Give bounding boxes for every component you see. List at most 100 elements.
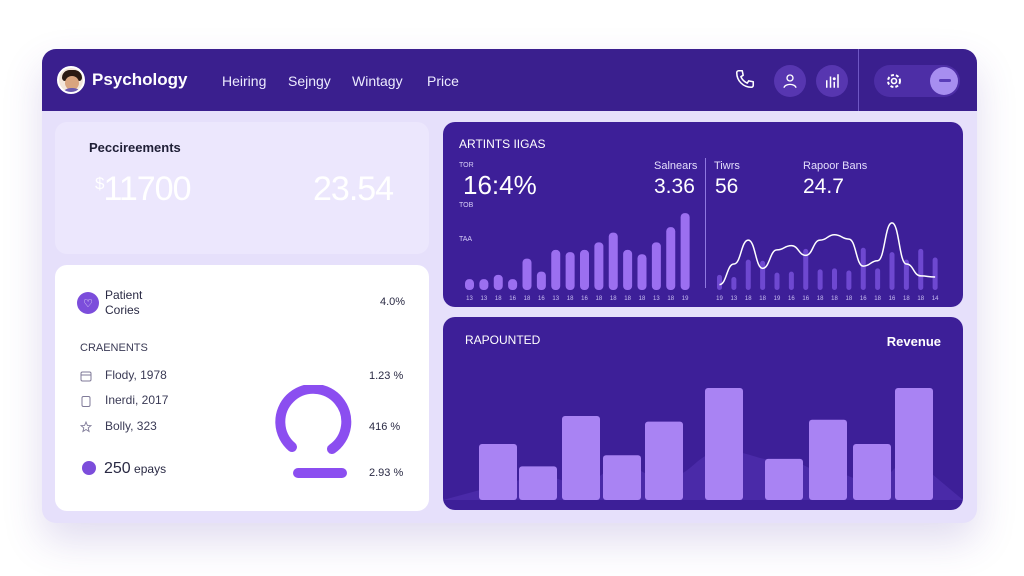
nav-item-4[interactable]: Price [427,73,459,89]
revenue-bar [645,421,683,500]
tick-label: 16 [802,296,809,302]
revenue-bar-chart [443,388,963,500]
stat-label: Rapoor Bans [803,160,868,172]
tick-label: 18 [817,296,824,302]
revenue-bar [519,466,557,500]
list-item-label: Bolly, 323 [105,419,157,433]
nav-item-3[interactable]: Wintagy [352,73,403,89]
tick-label: 16 [860,296,867,302]
bar [479,279,489,290]
toggle-knob[interactable] [930,67,958,95]
tick-label: 16 [538,296,545,302]
tick-label: 18 [667,296,674,302]
tick-label: 19 [774,296,781,302]
tick-label: 18 [745,296,752,302]
stats-card: ARTINTS IIGAS TOR TOB TAA 16:4% Salnears… [443,122,963,307]
bar [875,268,881,290]
tick-label: 16 [509,296,516,302]
summary-value-left: $11700 [95,170,192,208]
header-divider [858,49,859,111]
tick-label: 18 [495,296,502,302]
footer-percent: 2.93 % [369,467,404,479]
bar [536,271,546,290]
tick-label: 18 [610,296,617,302]
revenue-card: RAPOUNTED Revenue [443,317,963,510]
patients-card: ♡ Patient Cories 4.0% CRAENENTS Flody, 1… [55,265,429,511]
dashboard-window: Psychology Heiring Sejngy Wintagy Price [42,49,977,523]
phone-icon[interactable] [734,68,756,90]
heart-icon: ♡ [77,292,99,314]
bar [608,232,618,290]
tick-label: 18 [567,296,574,302]
bar [666,227,676,290]
bar [745,259,751,290]
settings-toggle[interactable] [874,65,960,97]
summary-title: Peccireements [89,140,181,155]
top-navigation-bar: Psychology Heiring Sejngy Wintagy Price [42,49,977,111]
footer-count: 250 epays [104,460,167,477]
revenue-bar [809,419,847,500]
nav-item-2[interactable]: Sejngy [288,73,331,89]
bar [493,274,503,290]
progress-ring [275,385,352,478]
bar [774,272,780,290]
status-dot-icon [82,461,96,475]
tick-label: 19 [682,296,689,302]
row-percent: 416 % [369,421,401,433]
bar [522,258,532,290]
tick-label: 18 [903,296,910,302]
bar [623,249,633,290]
bar [731,277,737,290]
equalizer-icon [826,74,839,88]
avatar[interactable] [57,66,85,94]
stat-label: Salnears [654,160,698,172]
tick-label: 13 [552,296,559,302]
revenue-bar [705,388,743,500]
list-item-label: Inerdi, 2017 [105,393,169,407]
mini-bar-chart: 13 13 18 16 18 16 13 18 16 18 18 18 18 13 18 19 [465,213,690,302]
mini-line-chart: 19 13 18 18 19 16 16 18 18 18 16 18 16 18 18 14 [716,222,939,302]
revenue-label: Revenue [886,334,941,349]
section-title: CRAENENTS [80,342,148,354]
bar [760,260,766,290]
star-icon [80,421,92,433]
clipboard-icon [81,396,91,407]
bar [508,279,518,290]
patient-label: Patient Cories [105,288,143,317]
bar [551,249,561,290]
analytics-button[interactable] [816,65,848,97]
bar [860,247,866,290]
tick-label: 14 [932,296,939,302]
tick-label: 18 [639,296,646,302]
tick-label: 13 [481,296,488,302]
bar [817,269,823,290]
bar [580,249,589,290]
brand-name[interactable]: Psychology [92,70,187,90]
tick-label: 16 [889,296,896,302]
bar [846,270,852,290]
tick-label: 16 [581,296,588,302]
revenue-bar [562,416,600,500]
tick-label: 18 [624,296,631,302]
series-line [719,222,936,286]
summary-value-right: 23.54 [313,170,394,208]
revenue-bar [765,458,803,500]
tick-label: 16 [788,296,795,302]
bar [680,213,690,290]
patient-percent: 4.0% [380,296,406,308]
user-icon [783,74,797,89]
bar [832,268,837,290]
tick-label: 19 [716,296,723,302]
calendar-icon [80,371,92,382]
tick-label: 18 [831,296,838,302]
stats-title: ARTINTS IIGAS [459,137,546,151]
tick-label: 13 [731,296,738,302]
user-button[interactable] [774,65,806,97]
stats-divider [705,158,706,288]
tick-label: 18 [846,296,853,302]
summary-card: Peccireements $11700 23.54 [55,122,429,254]
bar [932,257,938,290]
bar [465,279,474,290]
nav-item-1[interactable]: Heiring [222,73,266,89]
revenue-bar [479,444,517,500]
